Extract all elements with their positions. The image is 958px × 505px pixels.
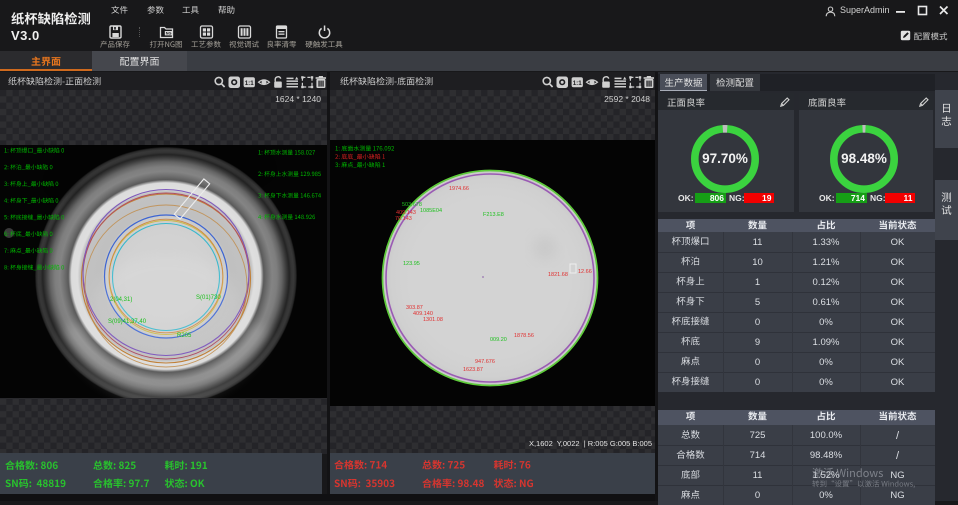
svg-text:1:1: 1:1 [245, 80, 255, 87]
svg-text:1:1: 1:1 [573, 80, 583, 87]
svg-text:NG: NG [165, 32, 171, 36]
